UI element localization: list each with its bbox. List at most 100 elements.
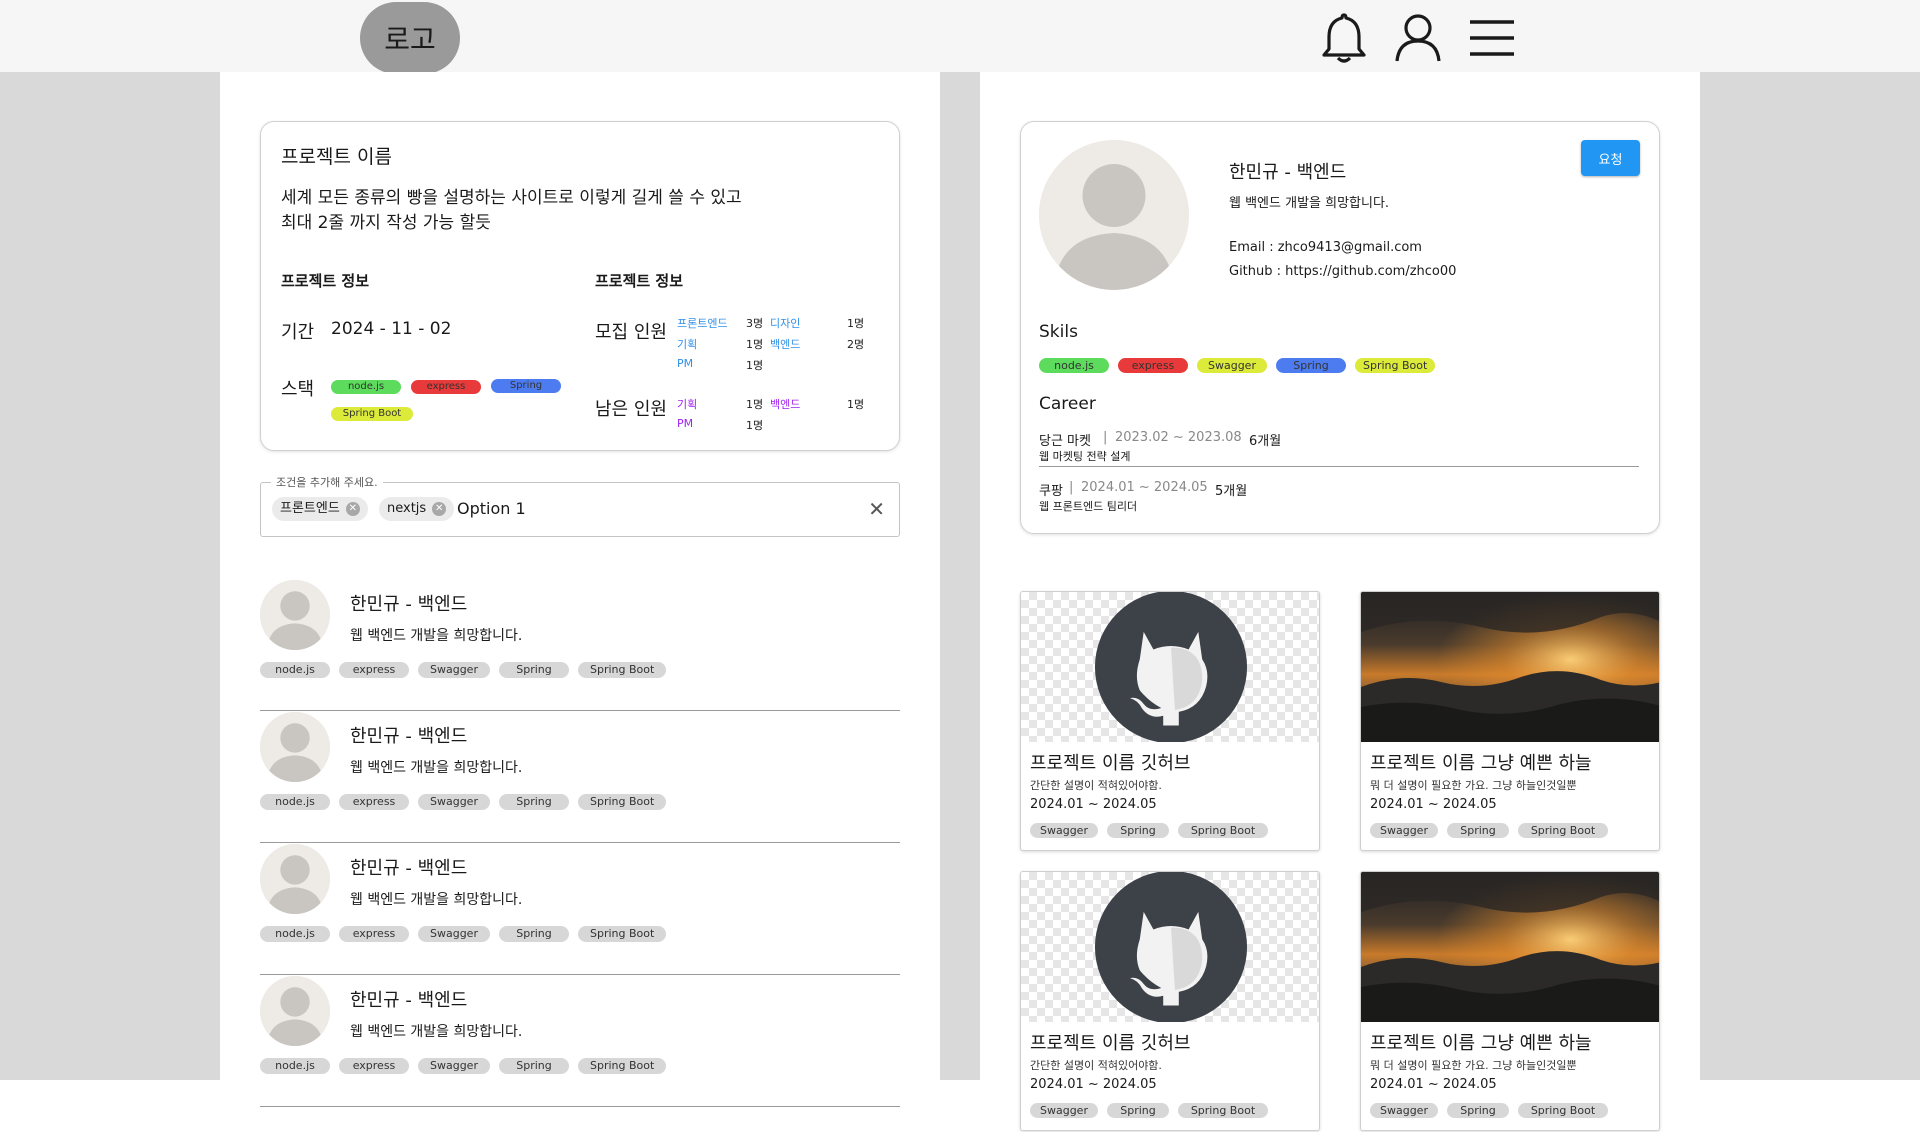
member-list-item[interactable]: 한민규 - 백엔드 웹 백엔드 개발을 희망합니다. node.js expre…	[260, 712, 900, 843]
filter-select[interactable]: 조건을 추가해 주세요. 프론트엔드 ✕ nextjs ✕ Option 1 ✕	[260, 474, 900, 537]
request-button[interactable]: 요청	[1581, 140, 1640, 176]
project-image	[1021, 592, 1319, 742]
profile-card: 한민규 - 백엔드 웹 백엔드 개발을 희망합니다. Email : zhco9…	[1020, 121, 1660, 534]
recruit-count: 1명	[746, 359, 764, 372]
skill-tag: Swagger	[418, 926, 490, 942]
member-tags: node.js express Swagger Spring Spring Bo…	[260, 926, 667, 942]
stack-tag: node.js	[331, 380, 401, 394]
skill-tag: Spring Boot	[577, 662, 667, 678]
career-item: 당근 마켓 | 2023.02 ~ 2023.08 6개월 웹 마켓팅 전략 설…	[1039, 430, 1639, 467]
member-list-item[interactable]: 한민규 - 백엔드 웹 백엔드 개발을 희망합니다. node.js expre…	[260, 844, 900, 975]
project-card-description: 뭐 더 설명이 필요한 가요. 그냥 하늘인것일뿐	[1370, 1059, 1577, 1072]
project-image	[1361, 592, 1659, 742]
project-card-description: 뭐 더 설명이 필요한 가요. 그냥 하늘인것일뿐	[1370, 779, 1577, 792]
logo-button[interactable]: 로고	[360, 2, 460, 74]
recruit-role: 백엔드	[770, 338, 801, 351]
filter-legend: 조건을 추가해 주세요.	[271, 474, 383, 490]
skill-tag: Swagger	[1370, 823, 1438, 838]
profile-avatar	[1039, 140, 1189, 290]
github-logo-icon	[1094, 592, 1248, 742]
remaining-count: 1명	[746, 398, 764, 411]
career-separator: |	[1103, 430, 1108, 445]
skill-tag: Swagger	[1030, 823, 1098, 838]
filter-chip-label: nextjs	[387, 501, 427, 516]
skill-tag: node.js	[260, 926, 330, 942]
filter-chip[interactable]: nextjs ✕	[379, 497, 455, 521]
career-heading: Career	[1039, 394, 1096, 414]
project-card-tags: Swagger Spring Spring Boot	[1370, 823, 1608, 838]
project-card[interactable]: 프로젝트 이름 깃허브 간단한 설명이 적혀있어야함. 2024.01 ~ 20…	[1020, 871, 1320, 1131]
remaining-role: 백엔드	[770, 398, 801, 411]
project-title: 프로젝트 이름	[281, 146, 392, 168]
skill-tag: Swagger	[1370, 1103, 1438, 1118]
skill-tag: Swagger	[418, 662, 490, 678]
skill-tag: Spring	[1446, 1103, 1509, 1118]
avatar	[260, 712, 330, 782]
skill-tag: Spring Boot	[1517, 823, 1608, 838]
background-right	[1700, 72, 1920, 1080]
skill-tag: express	[339, 794, 409, 810]
recruit-role: 프론트엔드	[677, 317, 728, 330]
avatar	[260, 580, 330, 650]
project-info-heading-left: 프로젝트 정보	[281, 272, 370, 290]
member-name: 한민규 - 백엔드	[350, 726, 468, 747]
project-card-title: 프로젝트 이름 깃허브	[1030, 753, 1191, 774]
stack-tag: Spring	[491, 379, 561, 393]
recruit-label: 모집 인원	[595, 322, 667, 343]
project-card-title: 프로젝트 이름 그냥 예쁜 하늘	[1370, 1033, 1592, 1054]
member-list-item[interactable]: 한민규 - 백엔드 웹 백엔드 개발을 희망합니다. node.js expre…	[260, 976, 900, 1107]
project-card[interactable]: 프로젝트 이름 그냥 예쁜 하늘 뭐 더 설명이 필요한 가요. 그냥 하늘인것…	[1360, 591, 1660, 851]
recruit-count: 1명	[746, 338, 764, 351]
skill-tag: Spring	[1276, 358, 1346, 373]
skill-tag: Swagger	[418, 794, 490, 810]
filter-chip[interactable]: 프론트엔드 ✕	[272, 497, 368, 521]
project-card-date: 2024.01 ~ 2024.05	[1030, 797, 1157, 812]
chip-remove-icon[interactable]: ✕	[345, 502, 360, 516]
project-card-description: 간단한 설명이 적혀있어야함.	[1030, 779, 1162, 792]
background-left	[0, 72, 220, 1080]
menu-icon[interactable]	[1464, 8, 1520, 68]
career-role: 웹 프론트엔드 팀리더	[1039, 500, 1138, 513]
recruit-count: 3명	[746, 317, 764, 330]
profile-github[interactable]: Github : https://github.com/zhco00	[1229, 264, 1456, 279]
skill-tag: Spring	[498, 662, 569, 678]
skill-tag: node.js	[260, 662, 330, 678]
right-panel: 한민규 - 백엔드 웹 백엔드 개발을 희망합니다. Email : zhco9…	[980, 72, 1700, 1132]
stack-label: 스택	[281, 379, 315, 400]
remaining-label: 남은 인원	[595, 399, 667, 420]
member-name: 한민규 - 백엔드	[350, 990, 468, 1011]
project-card[interactable]: 프로젝트 이름 그냥 예쁜 하늘 뭐 더 설명이 필요한 가요. 그냥 하늘인것…	[1360, 871, 1660, 1131]
career-separator: |	[1069, 480, 1074, 495]
project-card[interactable]: 프로젝트 이름 깃허브 간단한 설명이 적혀있어야함. 2024.01 ~ 20…	[1020, 591, 1320, 851]
filter-chip-label: 프론트엔드	[280, 501, 340, 516]
bell-icon[interactable]	[1316, 8, 1372, 68]
member-description: 웹 백엔드 개발을 희망합니다.	[350, 892, 523, 908]
skill-tag: Spring Boot	[577, 926, 667, 942]
clear-icon[interactable]: ✕	[868, 497, 885, 521]
career-role: 웹 마켓팅 전략 설계	[1039, 450, 1131, 463]
left-panel: 프로젝트 이름 세계 모든 종류의 빵을 설명하는 사이트로 이렇게 길게 쓸 …	[220, 72, 940, 1132]
skill-tag: Spring	[1106, 1103, 1169, 1118]
skill-tag: Spring	[1106, 823, 1169, 838]
period-label: 기간	[281, 322, 315, 343]
filter-option[interactable]: Option 1	[457, 499, 526, 518]
user-icon[interactable]	[1390, 8, 1446, 68]
skill-tag: express	[339, 1058, 409, 1074]
member-name: 한민규 - 백엔드	[350, 594, 468, 615]
profile-description: 웹 백엔드 개발을 희망합니다.	[1229, 196, 1390, 211]
member-list-item[interactable]: 한민규 - 백엔드 웹 백엔드 개발을 희망합니다. node.js expre…	[260, 580, 900, 711]
project-card-tags: Swagger Spring Spring Boot	[1030, 823, 1268, 838]
chip-remove-icon[interactable]: ✕	[432, 502, 447, 516]
project-card-title: 프로젝트 이름 그냥 예쁜 하늘	[1370, 753, 1592, 774]
recruit-role: 기획	[677, 338, 698, 351]
skills-heading: Skils	[1039, 322, 1078, 342]
stack-tag: express	[411, 380, 481, 394]
skill-tag: Spring	[498, 794, 569, 810]
skill-tag: Swagger	[418, 1058, 490, 1074]
member-description: 웹 백엔드 개발을 희망합니다.	[350, 1024, 523, 1040]
project-image	[1021, 872, 1319, 1022]
remaining-role: PM	[677, 417, 694, 430]
recruit-count: 1명	[847, 317, 865, 330]
project-image	[1361, 872, 1659, 1022]
avatar	[260, 976, 330, 1046]
